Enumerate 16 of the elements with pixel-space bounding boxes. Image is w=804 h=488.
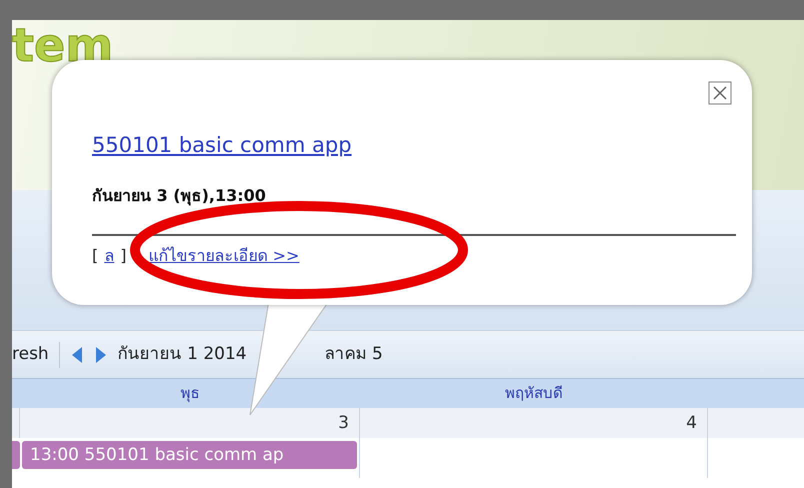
refresh-button[interactable]: resh bbox=[12, 342, 49, 368]
event-title-link[interactable]: 550101 basic comm app bbox=[92, 133, 352, 157]
bracket: ] bbox=[120, 244, 126, 266]
previous-icon[interactable] bbox=[70, 344, 84, 364]
day-number: 4 bbox=[360, 408, 708, 438]
date-range-start: กันยายน 1 2014 bbox=[118, 342, 247, 366]
delete-link[interactable]: ล bbox=[104, 244, 114, 268]
day-header: พุธ bbox=[180, 383, 200, 404]
event-time: กันยายน 3 (พุธ),13:00 bbox=[92, 184, 267, 208]
edit-details-link[interactable]: แก้ไขรายละเอียด >> bbox=[148, 244, 300, 268]
bracket: [ bbox=[92, 244, 98, 266]
next-icon[interactable] bbox=[94, 344, 108, 364]
day-header: พฤหัสบดี bbox=[504, 383, 564, 404]
date-range-end: ลาคม 5 bbox=[324, 342, 383, 366]
close-icon[interactable] bbox=[708, 81, 732, 105]
app-logo: tem bbox=[12, 20, 114, 73]
